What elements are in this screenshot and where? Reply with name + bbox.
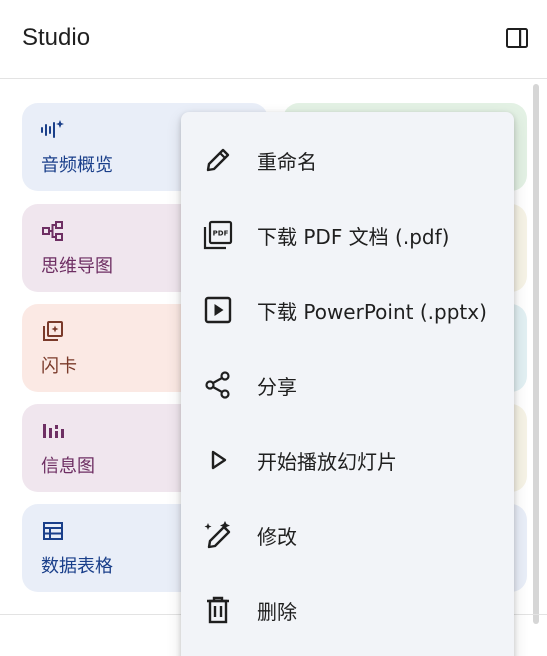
share-icon — [201, 368, 235, 402]
pencil-icon — [201, 143, 235, 177]
studio-header: Studio — [0, 0, 547, 79]
svg-text:PDF: PDF — [213, 230, 229, 238]
edit-sparkle-icon — [201, 518, 235, 552]
tile-label: 思维导图 — [41, 256, 113, 277]
side-panel-toggle-button[interactable] — [503, 26, 531, 54]
menu-item-label: 删除 — [257, 599, 297, 624]
tile-label: 闪卡 — [41, 356, 77, 377]
tile-label: 数据表格 — [41, 556, 113, 577]
context-menu: 重命名 PDF 下载 PDF 文档 (.pdf) 下载 PowerPoint (… — [181, 112, 514, 656]
menu-item-label: 修改 — [257, 524, 297, 549]
page-title: Studio — [22, 24, 91, 51]
menu-item-download-pptx[interactable]: 下载 PowerPoint (.pptx) — [181, 273, 514, 347]
menu-item-label: 重命名 — [257, 149, 317, 174]
infographic-bars-icon — [40, 418, 66, 444]
side-panel-icon — [505, 26, 529, 54]
flashcards-icon — [40, 318, 66, 344]
audio-waveform-sparkle-icon — [40, 117, 66, 143]
menu-item-label: 下载 PowerPoint (.pptx) — [257, 299, 487, 324]
menu-item-label: 下载 PDF 文档 (.pdf) — [257, 224, 450, 249]
menu-item-rename[interactable]: 重命名 — [181, 123, 514, 197]
menu-item-label: 分享 — [257, 374, 297, 399]
pdf-download-icon: PDF — [201, 218, 235, 252]
slideshow-icon — [201, 293, 235, 327]
menu-item-modify[interactable]: 修改 — [181, 498, 514, 572]
menu-item-download-pdf[interactable]: PDF 下载 PDF 文档 (.pdf) — [181, 198, 514, 272]
mind-map-icon — [40, 218, 66, 244]
studio-panel: Studio 音频概览 思维导图 闪卡 信息图 数据表格 重命名 PDF 下载 … — [0, 0, 547, 656]
trash-icon — [201, 593, 235, 627]
scrollbar[interactable] — [531, 84, 541, 624]
menu-item-delete[interactable]: 删除 — [181, 573, 514, 647]
scrollbar-thumb[interactable] — [533, 84, 539, 624]
menu-item-start-slideshow[interactable]: 开始播放幻灯片 — [181, 423, 514, 497]
tile-label: 信息图 — [41, 456, 95, 477]
menu-item-label: 开始播放幻灯片 — [257, 449, 397, 474]
tile-label: 音频概览 — [41, 155, 113, 176]
play-icon — [201, 443, 235, 477]
menu-item-share[interactable]: 分享 — [181, 348, 514, 422]
data-table-icon — [40, 518, 66, 544]
